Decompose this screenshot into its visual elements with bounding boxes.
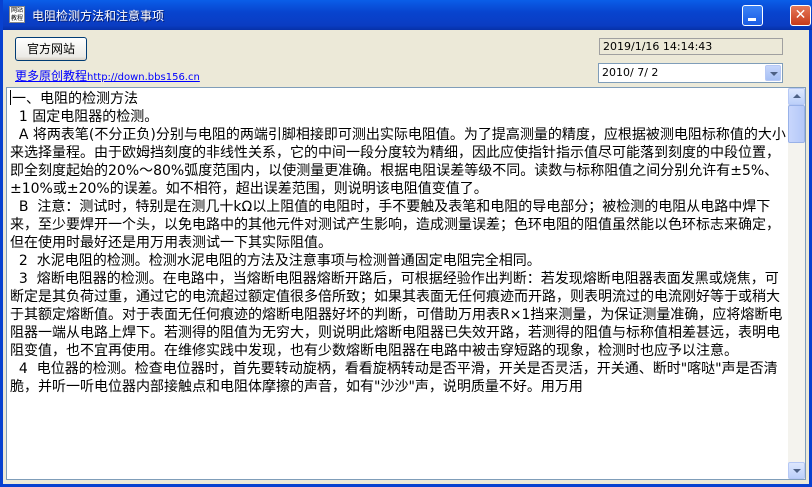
article-paragraph: B 注意：测试时，特别是在测几十kΩ以上阻值的电阻时，手不要触及表笔和电阻的导电…: [10, 199, 780, 251]
article-text: 一、电阻的检测方法 1 固定电阻器的检测。 A 将两表笔(不分正负)分别与电阻的…: [10, 90, 788, 396]
article-paragraph: 一、电阻的检测方法: [10, 90, 138, 107]
article-paragraph: A 将两表笔(不分正负)分别与电阻的两端引脚相接即可测出实际电阻值。为了提高测量…: [10, 127, 786, 197]
scroll-up-arrow-icon[interactable]: [788, 88, 805, 105]
minimize-icon: [748, 18, 756, 21]
scroll-down-arrow-icon[interactable]: [788, 462, 805, 479]
article-textarea[interactable]: 一、电阻的检测方法 1 固定电阻器的检测。 A 将两表笔(不分正负)分别与电阻的…: [6, 87, 806, 480]
date-picker-value: 2010/ 7/ 2: [602, 66, 659, 79]
close-icon: ✕: [794, 7, 807, 23]
current-datetime-display: 2019/1/16 14:14:43: [599, 38, 783, 55]
tutorial-link-url: http://down.bbs156.cn: [87, 72, 200, 83]
article-paragraph: 1 固定电阻器的检测。: [10, 109, 159, 125]
tutorial-link-label: 更多原创教程: [15, 69, 88, 83]
minimize-button[interactable]: [742, 5, 763, 26]
date-picker[interactable]: 2010/ 7/ 2: [598, 63, 783, 83]
title-bar[interactable]: 网站 教程 电阻检测方法和注意事项 ✕: [3, 0, 812, 30]
article-paragraph: 3 熔断电阻器的检测。在电路中，当熔断电阻器熔断开路后，可根据经验作出判断：若发…: [10, 271, 783, 359]
app-icon: 网站 教程: [9, 6, 25, 23]
window-title: 电阻检测方法和注意事项: [32, 9, 165, 23]
chevron-down-icon[interactable]: [765, 65, 781, 81]
text-caret: [10, 90, 11, 105]
official-site-button[interactable]: 官方网站: [15, 37, 87, 61]
article-paragraph: 2 水泥电阻的检测。检测水泥电阻的方法及注意事项与检测普通固定电阻完全相同。: [10, 253, 541, 269]
close-button[interactable]: ✕: [790, 5, 811, 26]
main-window: 网站 教程 电阻检测方法和注意事项 ✕ 官方网站 更多原创教程http://do…: [0, 0, 812, 487]
tutorial-link[interactable]: 更多原创教程http://down.bbs156.cn: [15, 67, 200, 84]
article-paragraph: 4 电位器的检测。检查电位器时，首先要转动旋柄，看看旋柄转动是否平滑，开关是否灵…: [10, 361, 778, 395]
vertical-scrollbar[interactable]: [788, 88, 805, 479]
scroll-thumb[interactable]: [788, 105, 805, 143]
